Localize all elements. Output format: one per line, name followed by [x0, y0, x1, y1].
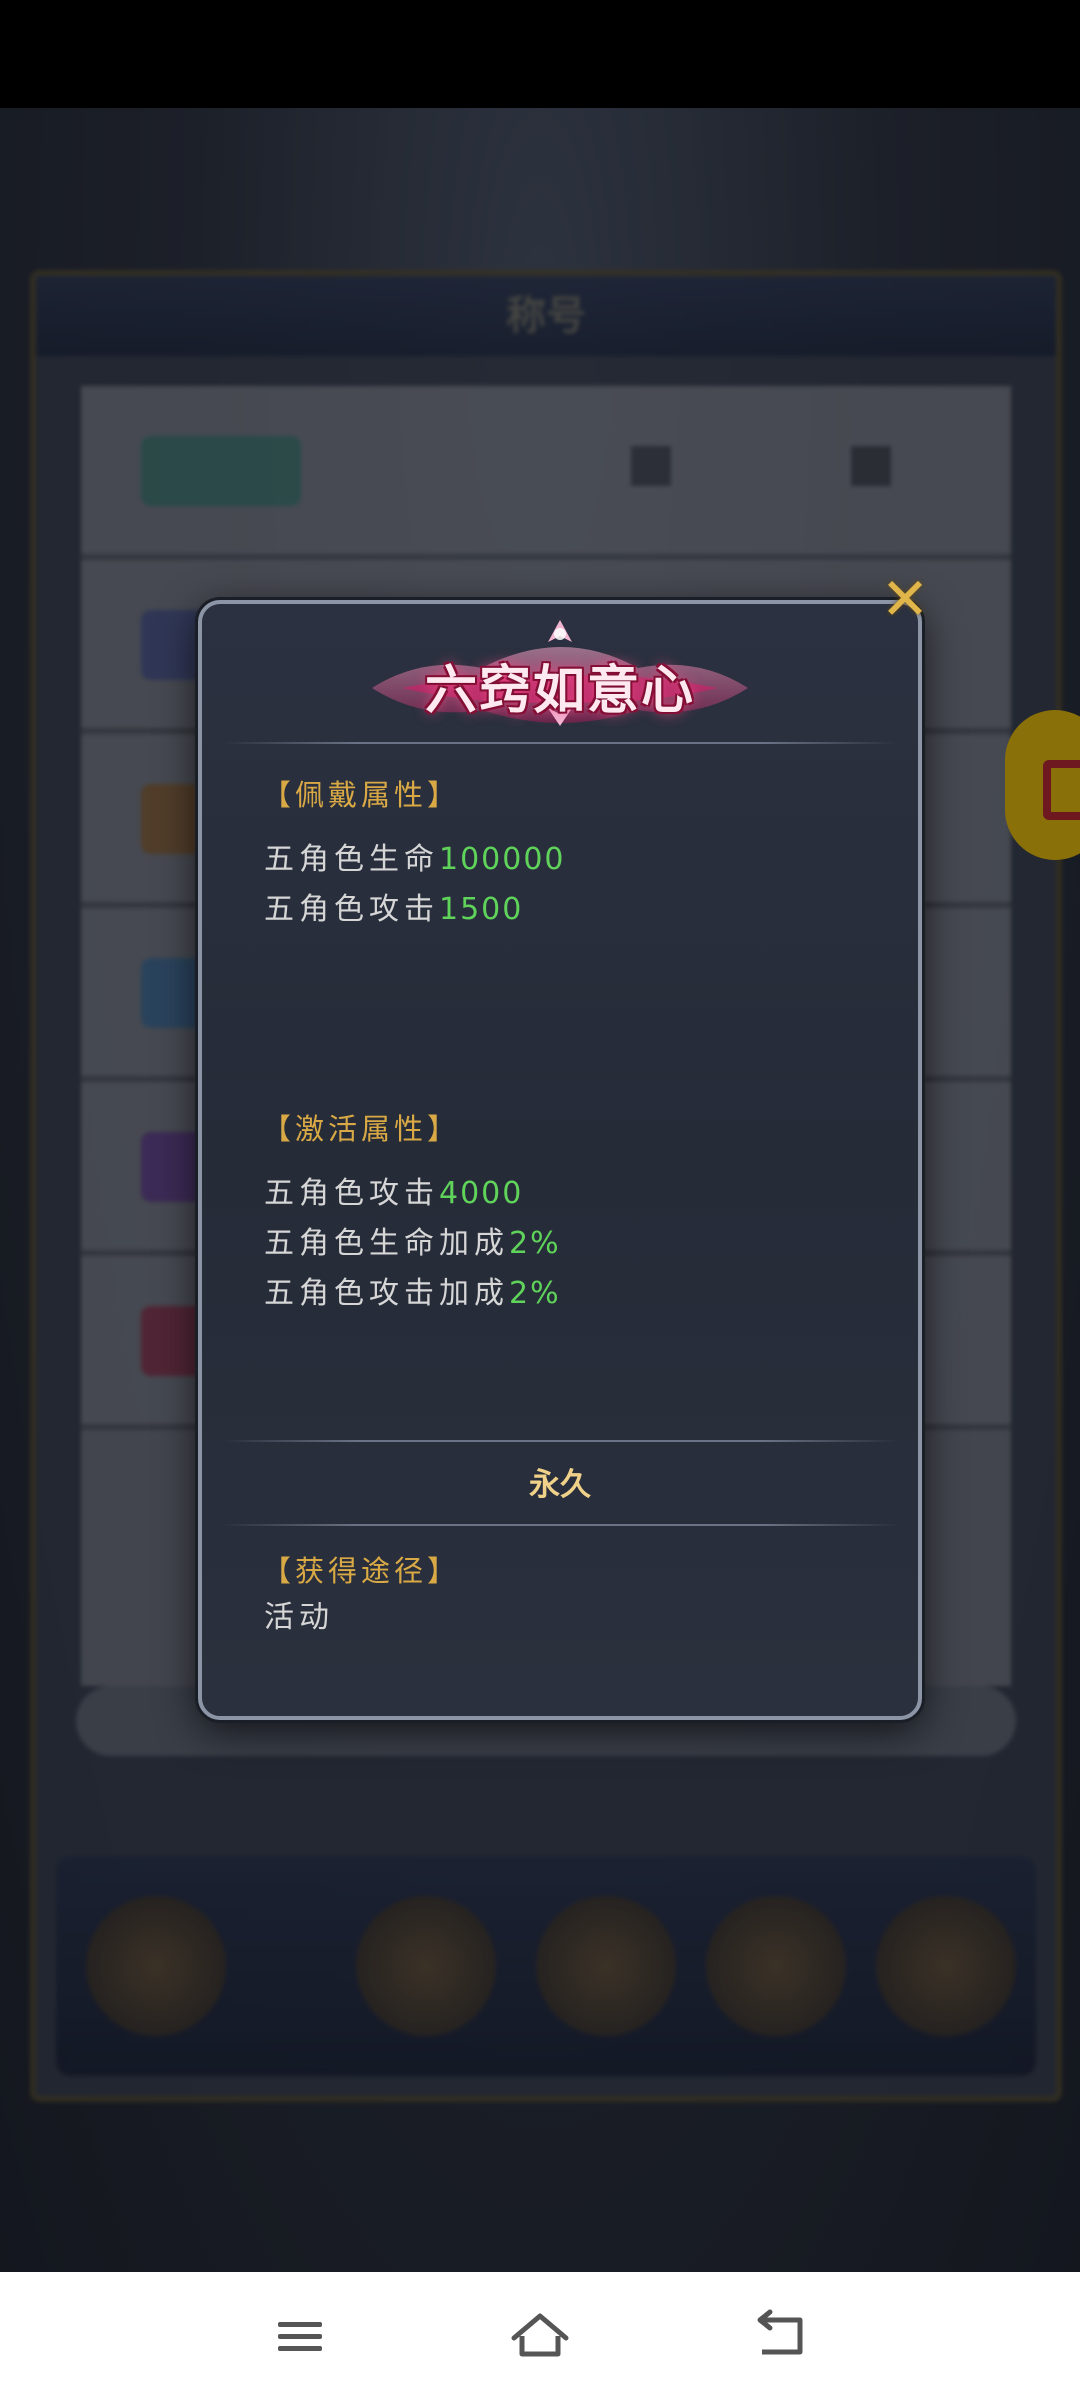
attribute-value: 100000 [439, 842, 566, 877]
duration-label: 永久 [529, 1467, 591, 1503]
attribute-line: 五角色攻击1500 [264, 884, 523, 928]
wear-attributes-heading: 【佩戴属性】 [262, 778, 461, 812]
divider [222, 1440, 898, 1442]
attribute-line: 五角色生命100000 [264, 834, 566, 878]
attribute-value: 4000 [439, 1176, 524, 1211]
attribute-value: 2% [509, 1276, 561, 1311]
popup-title: 六窍如意心 [424, 660, 695, 721]
home-icon[interactable] [500, 2300, 580, 2372]
system-nav-bar [0, 2272, 1080, 2400]
divider [222, 742, 898, 744]
attribute-label: 五角色攻击加成 [264, 1276, 509, 1311]
attribute-label: 五角色生命 [264, 842, 439, 877]
attribute-line: 五角色生命加成2% [264, 1218, 561, 1262]
attribute-value: 2% [509, 1226, 561, 1261]
title-emblem: 六窍如意心 [362, 616, 758, 736]
attribute-value: 1500 [439, 892, 524, 927]
attribute-line: 五角色攻击加成2% [264, 1268, 561, 1312]
attribute-label: 五角色生命加成 [264, 1226, 509, 1261]
divider [222, 1524, 898, 1526]
back-icon[interactable] [740, 2300, 820, 2372]
menu-icon[interactable] [260, 2300, 340, 2372]
source-text: 活动 [264, 1600, 334, 1635]
source-heading: 【获得途径】 [262, 1554, 461, 1588]
close-icon[interactable]: ✕ [878, 570, 932, 628]
attribute-label: 五角色攻击 [264, 892, 439, 927]
status-bar [0, 0, 1080, 108]
activate-attributes-heading: 【激活属性】 [262, 1112, 461, 1146]
attribute-label: 五角色攻击 [264, 1176, 439, 1211]
attribute-line: 五角色攻击4000 [264, 1168, 523, 1212]
title-detail-popup: 六窍如意心 【佩戴属性】 五角色生命100000 五角色攻击1500 【激活属性… [198, 600, 922, 1720]
